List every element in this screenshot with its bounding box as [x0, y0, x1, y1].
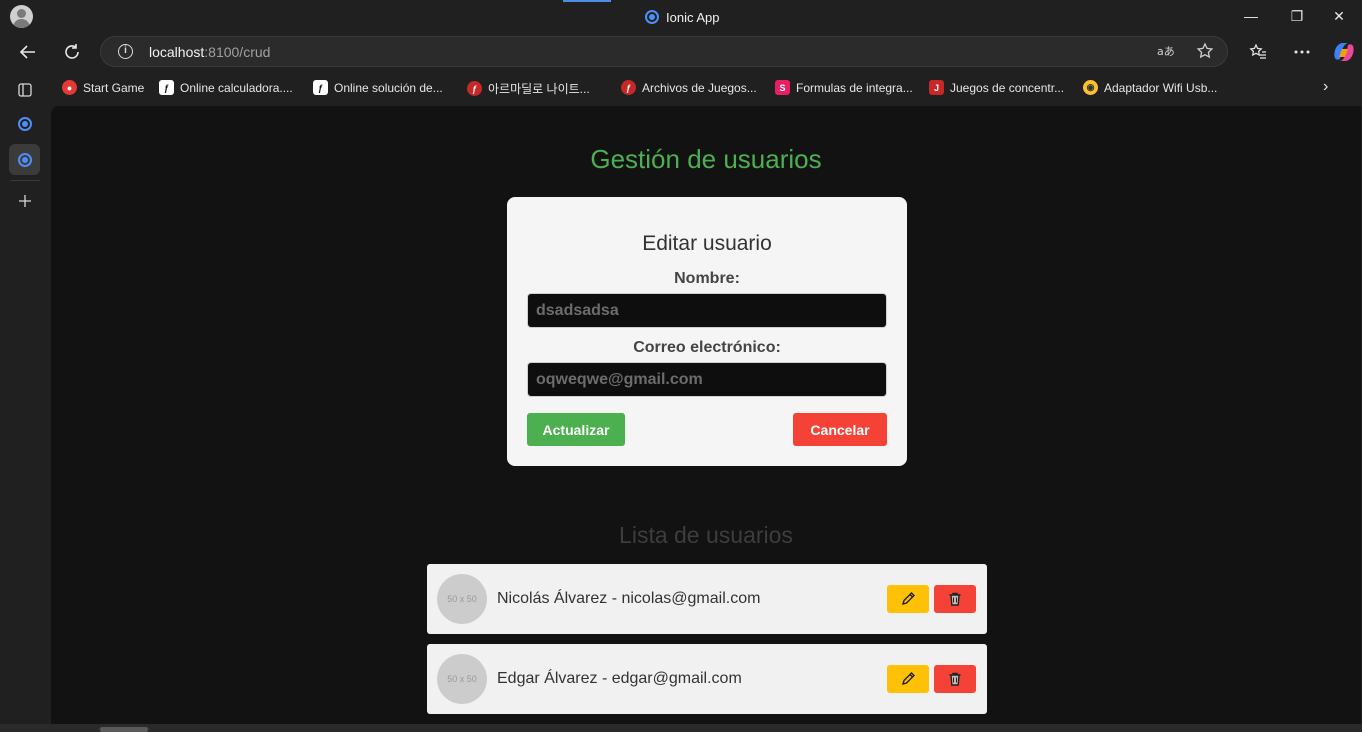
favorites-icon[interactable] [1243, 37, 1273, 67]
favorite-star-icon[interactable] [1196, 42, 1214, 65]
email-field[interactable] [527, 362, 887, 397]
user-info: Edgar Álvarez - edgar@gmail.com [497, 670, 742, 687]
bookmark-label: Archivos de Juegos... [642, 80, 757, 95]
vertical-tabs [0, 72, 50, 732]
minimize-button[interactable]: — [1228, 0, 1274, 32]
trash-icon [949, 592, 961, 606]
bookmark-label: Formulas de integra... [796, 80, 913, 95]
avatar: 50 x 50 [437, 654, 487, 704]
bookmark-label: Online calculadora.... [180, 80, 293, 95]
form-title: Editar usuario [642, 232, 772, 255]
calculator-icon: ƒ [159, 80, 174, 95]
edit-user-card: Editar usuario Nombre: Correo electrónic… [507, 197, 907, 466]
url-path: :8100/crud [204, 44, 271, 60]
bookmark-label: Adaptador Wifi Usb... [1104, 80, 1218, 95]
bookmark-item[interactable]: ƒ Archivos de Juegos... [621, 80, 757, 95]
tab-ionic-2[interactable] [9, 144, 40, 175]
bookmark-label: Start Game [83, 80, 145, 95]
calculator-icon: ƒ [313, 80, 328, 95]
ionic-logo-icon [17, 116, 32, 131]
bookmark-item[interactable]: ƒ Online calculadora.... [159, 80, 293, 95]
avatar: 50 x 50 [437, 574, 487, 624]
edit-button[interactable] [887, 665, 929, 693]
close-window-button[interactable]: ✕ [1316, 0, 1362, 32]
bookmark-item[interactable]: ● Start Game [62, 80, 144, 95]
maximize-button[interactable]: ❐ [1274, 0, 1320, 32]
trash-icon [949, 672, 961, 686]
ionic-logo-icon [17, 152, 32, 167]
horizontal-scrollbar[interactable] [0, 724, 1362, 732]
edit-button[interactable] [887, 585, 929, 613]
wifi-adapter-icon: ◉ [1083, 80, 1098, 95]
bookmark-label: Online solución de... [334, 80, 443, 95]
page-title: Gestión de usuarios [590, 144, 822, 174]
formula-icon: S [775, 80, 790, 95]
refresh-icon[interactable] [57, 37, 87, 67]
pencil-icon [901, 672, 915, 686]
flash-icon: ƒ [467, 81, 482, 96]
more-icon[interactable] [1287, 37, 1317, 67]
email-label: Correo electrónico: [633, 339, 781, 356]
copilot-icon[interactable] [1329, 37, 1359, 67]
new-tab-icon[interactable] [9, 185, 40, 216]
browser-toolbar: i localhost:8100/crud aあ [0, 32, 1362, 72]
delete-button[interactable] [934, 585, 976, 613]
bookmark-item[interactable]: J Juegos de concentr... [929, 80, 1064, 95]
bookmark-label: Juegos de concentr... [950, 80, 1065, 95]
list-item: 50 x 50 Edgar Álvarez - edgar@gmail.com [427, 644, 987, 714]
bookmarks-bar: ● Start Game ƒ Online calculadora.... ƒ … [50, 72, 1362, 104]
user-info: Nicolás Álvarez - nicolas@gmail.com [497, 590, 761, 607]
bookmark-label: 아르마딜로 나이트... [488, 82, 590, 96]
back-icon[interactable] [13, 37, 43, 67]
read-aloud-icon[interactable]: aあ [1156, 42, 1175, 65]
scrollbar-thumb[interactable] [100, 727, 148, 732]
url-host: localhost [149, 44, 205, 60]
bookmark-item[interactable]: ƒ 아르마딜로 나이트... [467, 80, 590, 97]
chevron-right-icon[interactable]: › [1323, 78, 1328, 96]
bookmark-item[interactable]: ◉ Adaptador Wifi Usb... [1083, 80, 1217, 95]
bookmark-item[interactable]: ƒ Online solución de... [313, 80, 443, 95]
cancel-button[interactable]: Cancelar [793, 413, 887, 446]
name-field[interactable] [527, 293, 887, 328]
svg-text:aあ: aあ [1157, 45, 1174, 58]
address-bar[interactable]: i localhost:8100/crud aあ [100, 36, 1228, 67]
window-title: Ionic App [645, 8, 720, 26]
bookmark-item[interactable]: S Formulas de integra... [775, 80, 913, 95]
list-item: 50 x 50 Nicolás Álvarez - nicolas@gmail.… [427, 564, 987, 634]
game-controller-icon: ● [62, 80, 77, 95]
ionic-logo-icon [645, 10, 659, 24]
delete-button[interactable] [934, 665, 976, 693]
pencil-icon [901, 592, 915, 606]
window-title-text: Ionic App [666, 9, 720, 25]
tab-actions-icon[interactable] [9, 74, 40, 105]
page-viewport: Gestión de usuarios Editar usuario Nombr… [51, 106, 1361, 724]
tab-indicator [563, 0, 611, 2]
tab-ionic-1[interactable] [9, 108, 40, 139]
puzzle-icon: J [929, 80, 944, 95]
url-text[interactable]: localhost:8100/crud [149, 44, 270, 60]
title-bar: Ionic App — ❐ ✕ [0, 0, 1362, 32]
name-label: Nombre: [674, 270, 740, 287]
list-title: Lista de usuarios [619, 522, 793, 548]
flash-icon: ƒ [621, 80, 636, 95]
update-button[interactable]: Actualizar [527, 413, 625, 446]
site-info-icon[interactable]: i [118, 44, 133, 59]
tab-separator [10, 180, 40, 181]
profile-avatar-icon[interactable] [10, 5, 33, 28]
